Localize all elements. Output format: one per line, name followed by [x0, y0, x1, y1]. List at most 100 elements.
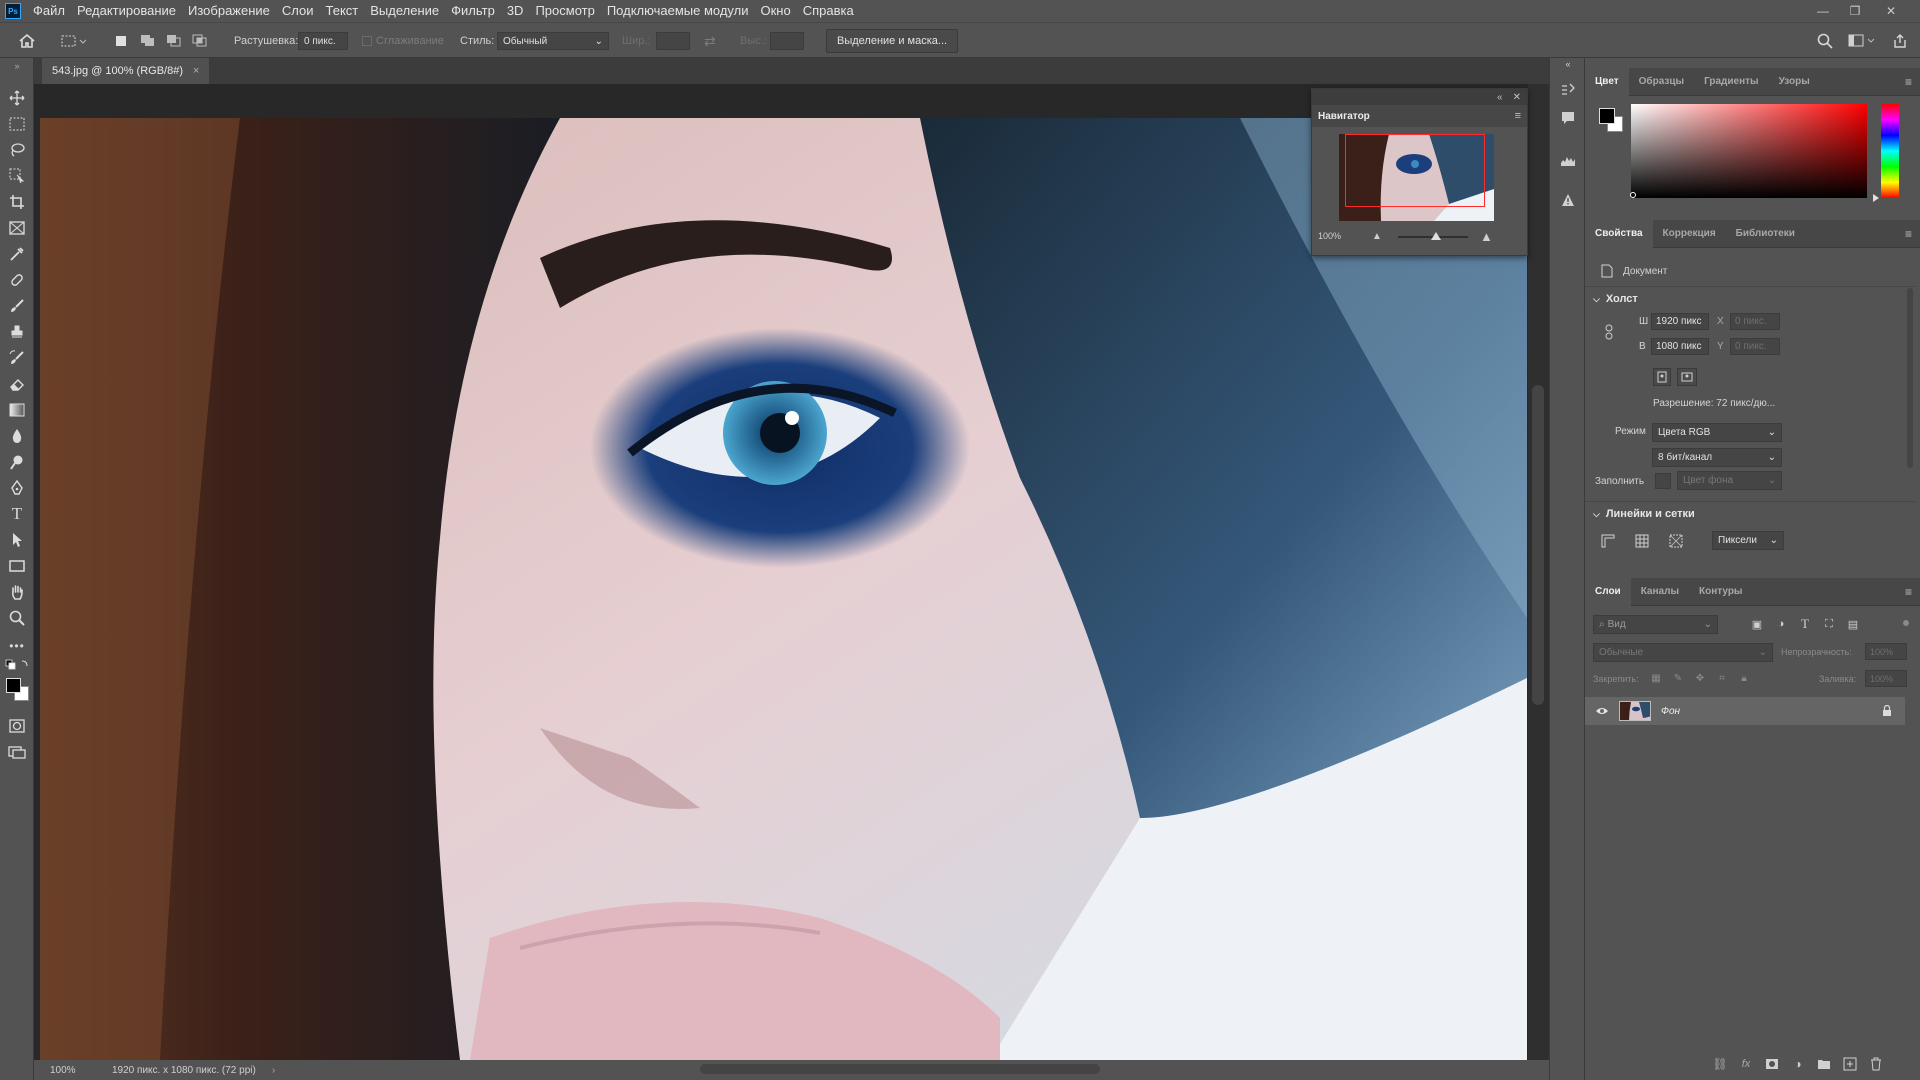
document-canvas[interactable]	[40, 118, 1527, 1060]
fill-color-swatch[interactable]	[1655, 473, 1671, 489]
close-panel-icon[interactable]: ✕	[1513, 92, 1521, 103]
tab-patterns[interactable]: Узоры	[1769, 68, 1820, 96]
guides-icon[interactable]	[1667, 532, 1685, 550]
filter-adjustment-icon[interactable]: ◑	[1773, 616, 1789, 632]
filter-type-icon[interactable]: T	[1797, 616, 1813, 632]
visibility-eye-icon[interactable]	[1591, 706, 1613, 716]
path-selection-tool-icon[interactable]	[4, 528, 30, 552]
tab-libraries[interactable]: Библиотеки	[1726, 220, 1805, 248]
collapse-panel-icon[interactable]: «	[1497, 92, 1503, 103]
canvas-y-input[interactable]: 0 пикс.	[1730, 338, 1780, 355]
dodge-tool-icon[interactable]	[4, 450, 30, 474]
add-selection-icon[interactable]	[140, 23, 156, 59]
intersect-selection-icon[interactable]	[192, 23, 208, 59]
hue-slider[interactable]	[1881, 104, 1899, 198]
units-select[interactable]: Пиксели ⌄	[1712, 531, 1784, 550]
share-icon[interactable]	[1892, 23, 1908, 59]
link-layers-icon[interactable]: ⛓	[1711, 1056, 1729, 1072]
canvas-x-input[interactable]: 0 пикс.	[1730, 313, 1780, 330]
more-tools-icon[interactable]: •••	[4, 634, 30, 658]
zoom-out-icon[interactable]: ▲	[1372, 231, 1382, 242]
layer-row[interactable]: Фон	[1585, 697, 1905, 725]
tab-paths[interactable]: Контуры	[1689, 578, 1752, 606]
adjustment-layer-icon[interactable]: ◑	[1789, 1056, 1807, 1072]
menu-type[interactable]: Текст	[320, 0, 365, 22]
color-swatches[interactable]	[6, 678, 30, 702]
clone-stamp-tool-icon[interactable]	[4, 320, 30, 344]
zoom-in-icon[interactable]: ▲	[1480, 229, 1493, 244]
new-selection-icon[interactable]	[115, 23, 127, 59]
add-mask-icon[interactable]	[1763, 1056, 1781, 1072]
menu-help[interactable]: Справка	[797, 0, 860, 22]
home-icon[interactable]	[18, 23, 36, 59]
lock-transparency-icon[interactable]: ▦	[1649, 670, 1663, 686]
foreground-color-swatch[interactable]	[6, 678, 21, 693]
status-arrow-icon[interactable]: ›	[272, 1065, 275, 1076]
delete-layer-icon[interactable]	[1867, 1056, 1885, 1072]
tab-adjustments[interactable]: Коррекция	[1653, 220, 1726, 248]
subtract-selection-icon[interactable]	[166, 23, 182, 59]
menu-image[interactable]: Изображение	[182, 0, 276, 22]
quick-mask-icon[interactable]	[4, 714, 30, 738]
menu-view[interactable]: Просмотр	[529, 0, 600, 22]
filter-toggle[interactable]	[1903, 620, 1909, 626]
link-dimensions-icon[interactable]	[1603, 320, 1615, 344]
search-icon[interactable]	[1817, 23, 1833, 59]
properties-scrollbar[interactable]	[1907, 288, 1913, 468]
zoom-tool-icon[interactable]	[4, 606, 30, 630]
lasso-tool-icon[interactable]	[4, 138, 30, 162]
zoom-slider-handle[interactable]	[1431, 232, 1441, 240]
default-colors-icon[interactable]	[4, 658, 30, 672]
restore-button[interactable]: ❐	[1842, 0, 1868, 22]
new-layer-icon[interactable]	[1841, 1056, 1859, 1072]
color-field[interactable]	[1631, 104, 1867, 198]
tab-properties[interactable]: Свойства	[1585, 219, 1653, 248]
horizontal-scroll-thumb[interactable]	[700, 1064, 1100, 1074]
layer-style-icon[interactable]: fx	[1737, 1056, 1755, 1072]
expand-panels-icon[interactable]: «	[1558, 58, 1578, 70]
type-tool-icon[interactable]: T	[4, 502, 30, 526]
opacity-input[interactable]: 100%	[1865, 643, 1907, 660]
history-panel-icon[interactable]	[1558, 80, 1578, 100]
menu-window[interactable]: Окно	[754, 0, 796, 22]
color-picker-cursor[interactable]	[1630, 192, 1636, 198]
tab-swatches[interactable]: Образцы	[1629, 68, 1694, 96]
height-input[interactable]	[770, 32, 804, 50]
filter-smart-object-icon[interactable]: ▤	[1845, 616, 1861, 632]
feather-input[interactable]: 0 пикс.	[298, 32, 348, 50]
portrait-orientation-icon[interactable]	[1653, 368, 1671, 386]
collapse-toolbar-icon[interactable]: »	[4, 61, 30, 71]
filter-pixel-icon[interactable]: ▣	[1749, 616, 1765, 632]
hand-tool-icon[interactable]	[4, 580, 30, 604]
navigator-tab[interactable]: Навигатор	[1318, 111, 1370, 122]
bit-depth-select[interactable]: 8 бит/канал ⌄	[1652, 448, 1782, 467]
workspace-icon[interactable]	[1848, 23, 1876, 59]
rectangle-tool-icon[interactable]	[4, 554, 30, 578]
menu-select[interactable]: Выделение	[364, 0, 445, 22]
blend-mode-select[interactable]: Обычные ⌄	[1593, 643, 1773, 662]
frame-tool-icon[interactable]	[4, 216, 30, 240]
navigator-view-box[interactable]	[1345, 134, 1485, 207]
comments-panel-icon[interactable]	[1558, 108, 1578, 128]
screen-mode-icon[interactable]	[4, 740, 30, 764]
color-mode-select[interactable]: Цвета RGB ⌄	[1652, 423, 1782, 442]
vertical-scroll-thumb[interactable]	[1532, 385, 1544, 705]
rulers-icon[interactable]	[1599, 532, 1617, 550]
fill-opacity-input[interactable]: 100%	[1865, 670, 1907, 687]
eyedropper-tool-icon[interactable]	[4, 242, 30, 266]
healing-brush-tool-icon[interactable]	[4, 268, 30, 292]
pen-tool-icon[interactable]	[4, 476, 30, 500]
lock-artboard-icon[interactable]: ⌗	[1715, 670, 1729, 686]
lock-position-icon[interactable]: ✥	[1693, 670, 1707, 686]
panel-menu-icon[interactable]: ≡	[1905, 75, 1912, 89]
landscape-orientation-icon[interactable]	[1677, 368, 1697, 386]
history-brush-tool-icon[interactable]	[4, 346, 30, 370]
layer-lock-icon[interactable]	[1881, 705, 1893, 717]
tab-layers[interactable]: Слои	[1585, 577, 1631, 606]
canvas-section-header[interactable]: ⌵ Холст	[1593, 293, 1638, 305]
warning-icon[interactable]	[1558, 190, 1578, 210]
minimize-button[interactable]: —	[1810, 0, 1836, 22]
antialias-checkbox[interactable]	[362, 23, 376, 59]
filter-shape-icon[interactable]: ⛶	[1821, 616, 1837, 632]
menu-edit[interactable]: Редактирование	[71, 0, 182, 22]
